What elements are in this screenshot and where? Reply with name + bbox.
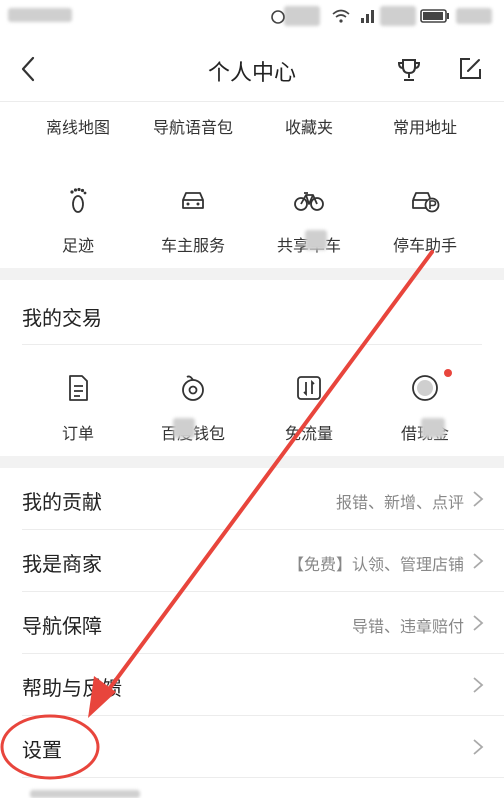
- list-item-subtitle: 【免费】认领、管理店铺: [287, 555, 464, 574]
- tool-offline-map[interactable]: 离线地图: [18, 114, 138, 138]
- status-bar: [0, 0, 504, 36]
- car-icon: [182, 192, 204, 209]
- wallet-icon: [182, 375, 204, 401]
- status-blur-3: [456, 8, 492, 24]
- notification-dot: [444, 369, 452, 377]
- section-gap: [0, 268, 504, 280]
- footprint-icon: [70, 187, 87, 213]
- service-shared-bike[interactable]: 共享单车: [249, 168, 369, 278]
- services-row: 足迹 车主服务 共享单车 停车助手: [0, 168, 504, 278]
- list-item-help-feedback[interactable]: 帮助与反馈: [0, 654, 504, 716]
- carrier-blur: [8, 8, 72, 22]
- list-item-title: 我的贡献: [22, 490, 102, 514]
- data-free-icon: [297, 376, 321, 400]
- label-blur: [305, 230, 327, 250]
- trade-wallet[interactable]: 百度钱包: [133, 356, 253, 466]
- service-label: 车主服务: [160, 236, 225, 255]
- label-blur: [173, 418, 195, 438]
- trade-orders[interactable]: 订单: [18, 356, 138, 466]
- trade-section-title: 我的交易: [22, 306, 102, 330]
- section-divider: [22, 344, 482, 345]
- service-footprint[interactable]: 足迹: [18, 168, 138, 278]
- list-item-title: 我是商家: [22, 552, 102, 576]
- list-item-title: 帮助与反馈: [22, 676, 122, 700]
- row-divider: [22, 777, 504, 778]
- edit-icon[interactable]: [457, 56, 483, 82]
- service-label: 停车助手: [392, 236, 457, 255]
- signal-icon: [361, 10, 374, 23]
- trade-label: 订单: [61, 424, 94, 443]
- status-blur-1: [284, 6, 320, 26]
- trade-label: 免流量: [284, 424, 333, 443]
- bicycle-icon: [294, 192, 324, 211]
- chevron-right-icon: [473, 553, 484, 569]
- trade-free-data[interactable]: 免流量: [249, 356, 369, 466]
- battery-icon: [420, 9, 449, 23]
- trophy-icon[interactable]: [395, 56, 423, 84]
- chevron-right-icon: [473, 677, 484, 693]
- chevron-right-icon: [473, 491, 484, 507]
- cash-icon: [412, 375, 438, 401]
- status-blur-2: [380, 6, 416, 26]
- list-item-nav-guarantee[interactable]: 导航保障 导错、违章赔付: [0, 592, 504, 654]
- next-row-blur: [30, 790, 140, 798]
- list-item-subtitle: 导错、违章赔付: [351, 617, 464, 636]
- parking-car-icon: [412, 192, 440, 213]
- tools-row: 离线地图 导航语音包 收藏夹 常用地址: [0, 102, 504, 144]
- label-blur: [421, 418, 445, 438]
- list-item-subtitle: 报错、新增、点评: [335, 493, 464, 512]
- list-item-merchant[interactable]: 我是商家 【免费】认领、管理店铺: [0, 530, 504, 592]
- trade-row: 订单 百度钱包 免流量 借现金: [0, 356, 504, 466]
- list-item-settings[interactable]: 设置: [0, 716, 504, 778]
- trade-borrow-cash[interactable]: 借现金: [365, 356, 485, 466]
- list-item-contribution[interactable]: 我的贡献 报错、新增、点评: [0, 468, 504, 530]
- tool-favorites[interactable]: 收藏夹: [249, 114, 369, 138]
- page-title: 个人中心: [207, 61, 296, 86]
- service-parking[interactable]: 停车助手: [365, 168, 485, 278]
- tool-voice-pack[interactable]: 导航语音包: [133, 114, 253, 138]
- wifi-icon: [332, 9, 350, 23]
- alarm-icon: [271, 10, 285, 24]
- service-car-owner[interactable]: 车主服务: [133, 168, 253, 278]
- list-item-title: 导航保障: [22, 614, 102, 638]
- list-item-title: 设置: [22, 738, 62, 762]
- service-label: 足迹: [61, 236, 94, 255]
- chevron-right-icon: [473, 615, 484, 631]
- chevron-right-icon: [473, 739, 484, 755]
- tool-common-address[interactable]: 常用地址: [365, 114, 485, 138]
- section-gap: [0, 456, 504, 468]
- order-icon: [69, 375, 88, 401]
- page-header: 个人中心: [0, 36, 504, 102]
